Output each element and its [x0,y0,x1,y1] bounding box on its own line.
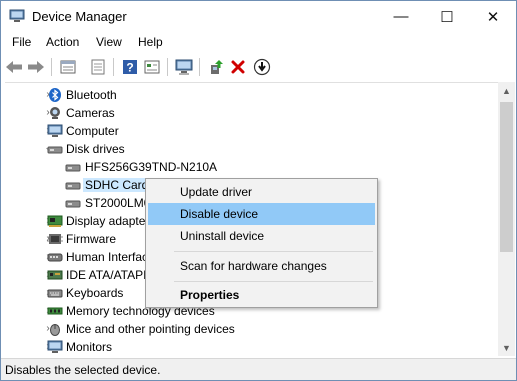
tree-label: Computer [66,124,119,138]
memory-icon [47,307,63,315]
tree-item-monitors[interactable]: › Monitors [5,338,485,356]
tree-item-bluetooth[interactable]: › Bluetooth [5,86,485,104]
back-icon [6,61,22,73]
disk-drive-icon [65,182,81,190]
chevron-down-icon: ▼ [502,342,511,353]
tree-item-mice[interactable]: › Mice and other pointing devices [5,320,485,338]
toolbar-separator [113,58,114,76]
help-button[interactable]: ? [120,57,140,77]
minimize-button[interactable]: — [378,1,424,32]
menu-item-uninstall-device[interactable]: Uninstall device [148,225,375,247]
tree-label-selected: SDHC Card [83,178,151,192]
menu-item-label: Update driver [180,185,253,199]
scroll-up-button[interactable]: ▲ [498,82,515,99]
disable-icon [253,58,271,76]
menu-item-scan-hardware[interactable]: Scan for hardware changes [148,255,375,277]
menu-item-properties[interactable]: Properties [148,284,375,306]
keyboard-icon [47,289,63,298]
device-manager-window: Device Manager — ☐ ✕ File Action View He… [0,0,517,381]
update-driver-button[interactable] [206,57,226,77]
forward-icon [28,61,44,73]
firmware-icon [47,234,63,244]
window-title: Device Manager [32,9,127,24]
details-button[interactable] [142,57,162,77]
title-bar: Device Manager — ☐ ✕ [1,1,516,32]
toolbar-separator [167,58,168,76]
scroll-thumb[interactable] [500,102,513,252]
tree-label: Keyboards [66,286,124,300]
minimize-icon: — [393,8,409,25]
menu-item-label: Scan for hardware changes [180,259,327,273]
maximize-button[interactable]: ☐ [424,1,470,32]
toolbar: ? [1,54,516,80]
menu-view[interactable]: View [96,35,122,49]
menu-help[interactable]: Help [138,35,163,49]
chevron-up-icon: ▲ [502,85,511,96]
tree-label: Mice and other pointing devices [66,322,235,336]
display-adapter-icon [47,215,63,227]
status-bar: Disables the selected device. [1,358,516,380]
disk-drive-icon [47,146,63,154]
update-driver-icon [211,60,223,74]
vertical-scrollbar[interactable]: ▲ ▼ [498,82,515,356]
view-button[interactable] [88,57,108,77]
close-icon: ✕ [486,8,500,26]
disk-drive-icon [65,164,81,172]
monitor-icon [47,340,63,353]
status-text: Disables the selected device. [5,363,161,377]
help-icon: ? [123,60,137,75]
maximize-icon: ☐ [440,8,454,26]
menu-separator [174,281,373,282]
toolbar-separator [199,58,200,76]
disable-device-button[interactable] [252,57,272,77]
computer-icon [47,124,63,137]
ide-controller-icon [47,270,63,280]
scroll-down-button[interactable]: ▼ [498,339,515,356]
tree-label: Human Interfac [66,250,149,264]
tree-item-computer[interactable]: › Computer [5,122,485,140]
tree-item-disk-hfs[interactable]: HFS256G39TND-N210A [5,158,485,176]
menu-bar: File Action View Help [1,32,516,54]
menu-item-label: Properties [180,288,240,302]
monitor-icon [175,59,193,75]
toolbar-separator [51,58,52,76]
tree-label: Display adapter [66,214,150,228]
hid-icon [47,253,63,262]
svg-text:?: ? [126,61,133,75]
menu-item-update-driver[interactable]: Update driver [148,181,375,203]
tree-label: HFS256G39TND-N210A [85,160,218,174]
forward-button[interactable] [26,57,46,77]
tree-item-cameras[interactable]: › Cameras [5,104,485,122]
device-manager-app-icon [9,9,25,22]
context-menu: Update driver Disable device Uninstall d… [145,178,378,308]
menu-separator [174,251,373,252]
menu-item-disable-device[interactable]: Disable device [148,203,375,225]
properties-button[interactable] [58,57,78,77]
menu-file[interactable]: File [12,35,31,49]
uninstall-device-button[interactable] [228,57,248,77]
camera-icon [50,107,60,119]
scan-hardware-button[interactable] [174,57,194,77]
properties-icon [60,60,76,74]
tree-label: Firmware [66,232,116,246]
tree-item-disk-drives[interactable]: › Disk drives [5,140,485,158]
uninstall-icon [231,60,245,74]
back-button[interactable] [4,57,24,77]
details-icon [144,60,160,74]
disk-drive-icon [65,200,81,208]
mouse-icon [50,324,60,336]
bluetooth-icon [49,88,61,102]
menu-item-label: Disable device [180,207,259,221]
tree-label: Monitors [66,340,113,354]
tree-label: Cameras [66,106,115,120]
menu-action[interactable]: Action [46,35,79,49]
close-button[interactable]: ✕ [470,1,516,32]
menu-item-label: Uninstall device [180,229,265,243]
tree-label: Bluetooth [66,88,117,102]
tree-label: IDE ATA/ATAPI [66,268,147,282]
tree-label: Disk drives [66,142,125,156]
view-icon [91,59,105,75]
